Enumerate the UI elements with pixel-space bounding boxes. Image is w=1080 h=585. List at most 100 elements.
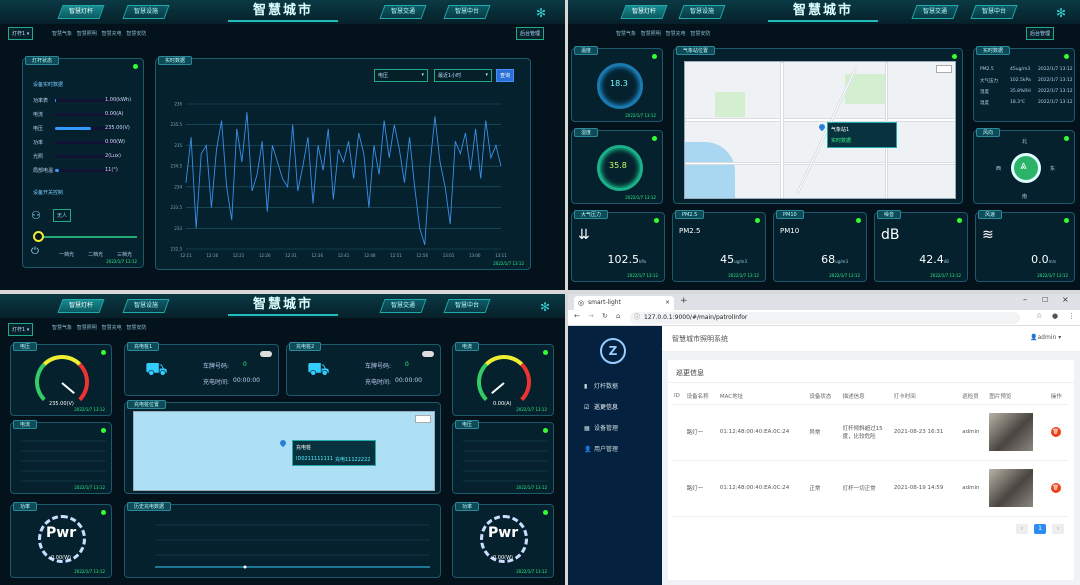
map-zoom-control[interactable]	[936, 65, 952, 73]
nav-tab-3[interactable]: 智慧交通	[911, 5, 959, 19]
preview-image[interactable]	[989, 469, 1034, 507]
nav-tab-1[interactable]: 智慧灯杆	[57, 5, 105, 19]
close-window-icon[interactable]: ×	[1062, 295, 1069, 304]
voltage-chart: 236 235.5 235 234.5 234 233.5 233 232.512:11 12:…	[171, 102, 508, 259]
new-tab-icon[interactable]: +	[680, 296, 688, 306]
delete-icon[interactable]: 🗑	[1050, 427, 1061, 437]
menu-item-check[interactable]: ☑ 巡更信息	[568, 399, 662, 417]
plate-value: 0	[243, 361, 247, 368]
crumb-item[interactable]: 智慧照明	[641, 31, 661, 37]
preview-image[interactable]	[989, 413, 1034, 451]
url-input[interactable]: ⓘ 127.0.0.1:9000/#/main/patrolInfor	[630, 312, 1020, 324]
pole-select[interactable]: 灯杆1 ▾	[8, 27, 34, 40]
cell-preview	[987, 460, 1049, 517]
x-tick-label: 13:11	[495, 253, 507, 258]
crumb-item[interactable]: 智慧安防	[690, 31, 710, 37]
crumb-item[interactable]: 智慧充电	[102, 325, 122, 331]
brightness-slider[interactable]	[37, 236, 137, 238]
breadcrumb: 智慧气象 智慧照明 智慧充电 智慧安防	[52, 324, 146, 331]
map-popup: 气象站1 实时数据	[827, 122, 897, 148]
crumb-item[interactable]: 智慧气象	[52, 31, 72, 37]
history-chart-panel: 历史充电数据	[124, 502, 441, 578]
baidu-map[interactable]: 气象站1 实时数据	[684, 61, 956, 199]
map-zoom-control[interactable]	[415, 415, 431, 423]
x-tick-label: 12:41	[338, 253, 350, 258]
power-value: 0.00(W)	[493, 555, 513, 561]
maximize-icon[interactable]: ☐	[1042, 296, 1048, 304]
x-tick-label: 12:31	[285, 253, 297, 258]
panel-title: 充电桩2	[289, 342, 322, 351]
prev-page-icon[interactable]: ‹	[1016, 524, 1028, 534]
nav-tab-2[interactable]: 智慧设施	[122, 5, 170, 19]
crumb-item[interactable]: 智慧充电	[102, 31, 122, 37]
slider-handle[interactable]	[33, 231, 44, 242]
nav-tab-4[interactable]: 智慧中台	[970, 5, 1018, 19]
nav-tab-1[interactable]: 智慧灯杆	[620, 5, 668, 19]
rt-key: 大气压力	[980, 79, 998, 84]
map-marker[interactable]	[278, 438, 288, 448]
nav-tab-3[interactable]: 智慧交通	[379, 299, 427, 313]
menu-icon[interactable]: ⋮	[1068, 312, 1075, 320]
star-icon[interactable]: ☆	[1036, 312, 1042, 320]
crumb-item[interactable]: 智慧充电	[666, 31, 686, 37]
user-menu[interactable]: 👤admin ▾	[1030, 334, 1061, 341]
metric-unit: dB	[943, 259, 949, 264]
menu-item-chart[interactable]: ▮ 灯杆数据	[568, 378, 662, 396]
cell-time: 2021-08-19 14:59	[891, 460, 961, 517]
reload-icon[interactable]: ↻	[602, 312, 608, 320]
rt-time: 2022/1/7 13:12	[1038, 78, 1073, 83]
row-value: 2(Lux)	[105, 153, 121, 159]
mode-label[interactable]: 一档光	[59, 251, 74, 258]
power-icon[interactable]: ⏻	[31, 246, 39, 257]
close-icon[interactable]: ×	[665, 296, 670, 310]
menu-item-user[interactable]: 👤 用户管理	[568, 441, 662, 459]
charger-toggle[interactable]	[422, 351, 434, 357]
rt-value: 18.3℃	[1010, 100, 1026, 105]
crumb-item[interactable]: 智慧气象	[616, 31, 636, 37]
profile-icon[interactable]: ●	[1052, 312, 1058, 320]
charger-toggle[interactable]	[260, 351, 272, 357]
browser-tab[interactable]: ◎ smart-light ×	[574, 296, 674, 310]
nav-tab-1[interactable]: 智慧灯杆	[57, 299, 105, 313]
mode-label[interactable]: 二档光	[88, 251, 103, 258]
chart-icon: ▮	[584, 383, 588, 390]
gear-icon[interactable]: ✻	[536, 6, 546, 20]
menu-item-grid[interactable]: ▦ 设备管理	[568, 420, 662, 438]
back-admin-button[interactable]: 后台管理	[1026, 27, 1055, 40]
x-tick-label: 12:36	[311, 253, 323, 258]
nav-tab-4[interactable]: 智慧中台	[443, 299, 491, 313]
nav-tab-2[interactable]: 智慧设施	[678, 5, 726, 19]
minimize-icon[interactable]: –	[1023, 295, 1027, 304]
delete-icon[interactable]: 🗑	[1050, 483, 1061, 493]
crumb-item[interactable]: 智慧照明	[77, 325, 97, 331]
row-value: 11(°)	[105, 167, 118, 173]
pole-select[interactable]: 灯杆1 ▾	[8, 323, 34, 336]
gear-icon[interactable]: ✻	[1056, 6, 1066, 20]
back-admin-button[interactable]: 后台管理	[516, 27, 545, 40]
gear-icon[interactable]: ✻	[540, 300, 550, 314]
next-page-icon[interactable]: ›	[1052, 524, 1064, 534]
nav-tab-4[interactable]: 智慧中台	[443, 5, 491, 19]
home-icon[interactable]: ⌂	[616, 312, 620, 320]
nav-tab-3[interactable]: 智慧交通	[379, 5, 427, 19]
online-indicator	[654, 218, 659, 223]
nav-tab-2[interactable]: 智慧设施	[122, 299, 170, 313]
crumb-item[interactable]: 智慧安防	[126, 325, 146, 331]
charging-dashboard: 智慧灯杆 智慧设施 智慧城市 智慧交通 智慧中台 ✻ 灯杆1 ▾ 智慧气象 智慧…	[0, 294, 565, 585]
metric-value: 0.0m/s	[1031, 253, 1056, 266]
crumb-item[interactable]: 智慧气象	[52, 325, 72, 331]
cell-id	[672, 404, 685, 461]
user-name: admin	[1037, 334, 1057, 341]
timestamp: 2022/1/7 13:12	[1037, 273, 1068, 278]
forward-icon[interactable]: →	[588, 312, 594, 320]
mode-label[interactable]: 三档光	[117, 251, 132, 258]
crumb-item[interactable]: 智慧安防	[126, 31, 146, 37]
baidu-map[interactable]: 充电桩 ID0211111111 充电11122222	[133, 411, 435, 491]
back-icon[interactable]: ←	[574, 312, 580, 320]
back-label: 后台管理	[520, 31, 541, 37]
humidity-value: 35.8	[609, 161, 627, 170]
timestamp: 2022/1/7 13:12	[829, 273, 860, 278]
page-number[interactable]: 1	[1034, 524, 1046, 534]
globe-icon: ◎	[578, 299, 585, 307]
crumb-item[interactable]: 智慧照明	[77, 31, 97, 37]
